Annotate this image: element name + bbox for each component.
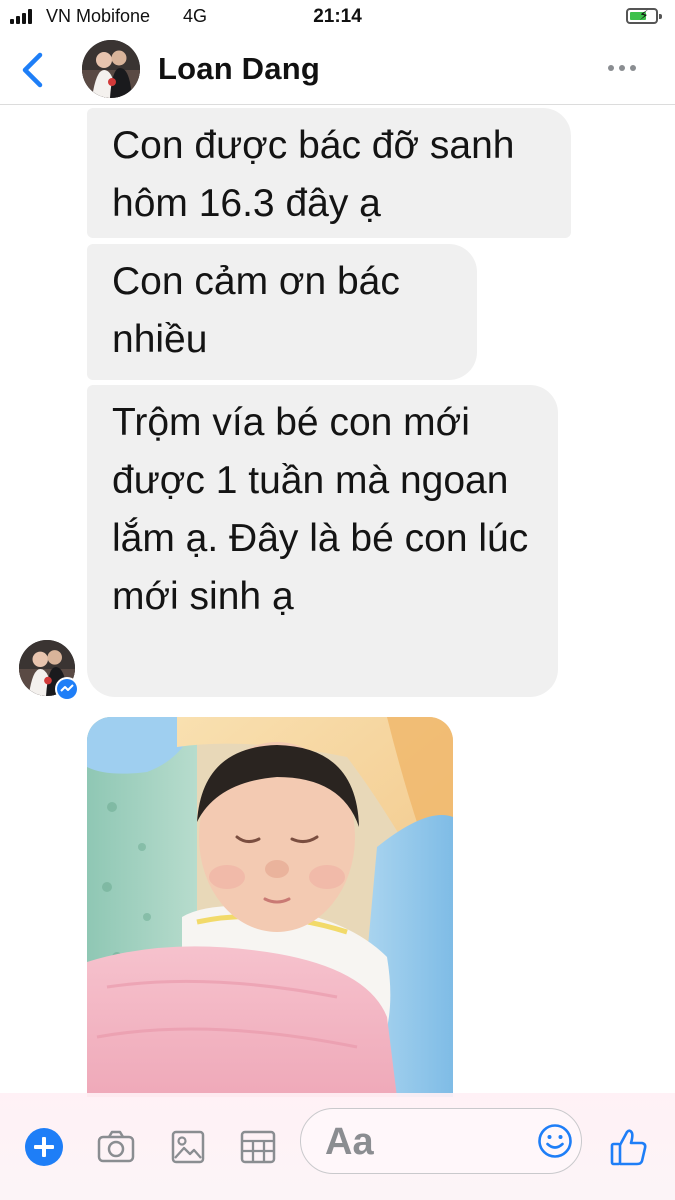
plus-icon[interactable] [25, 1128, 63, 1166]
composer-bar: Aa [0, 1093, 675, 1200]
photo-message[interactable] [87, 717, 453, 1097]
like-icon[interactable] [608, 1126, 650, 1168]
battery-icon: ⚡ [626, 7, 662, 24]
newborn-photo [87, 717, 453, 1097]
messenger-badge-icon [55, 677, 79, 701]
chat-header: Loan Dang [0, 34, 675, 105]
gallery-icon[interactable] [168, 1127, 208, 1167]
message-bubble[interactable]: Con cảm ơn bác nhiều [87, 244, 477, 380]
status-bar: VN Mobifone 4G 21:14 ⚡ [0, 0, 675, 34]
message-bubble[interactable]: Con được bác đỡ sanh hôm 16.3 đây ạ [87, 108, 571, 238]
more-icon[interactable] [604, 58, 640, 78]
status-time: 21:14 [313, 6, 362, 27]
contact-name[interactable]: Loan Dang [158, 51, 320, 87]
message-input[interactable]: Aa [300, 1108, 582, 1174]
emoji-icon[interactable] [537, 1123, 573, 1159]
back-icon[interactable] [16, 50, 50, 90]
sticker-icon[interactable] [238, 1127, 278, 1167]
contact-avatar[interactable] [82, 40, 140, 98]
message-bubble[interactable]: Trộm vía bé con mới được 1 tuần mà ngoan… [87, 385, 558, 697]
camera-icon[interactable] [96, 1127, 136, 1167]
input-placeholder: Aa [325, 1121, 374, 1163]
